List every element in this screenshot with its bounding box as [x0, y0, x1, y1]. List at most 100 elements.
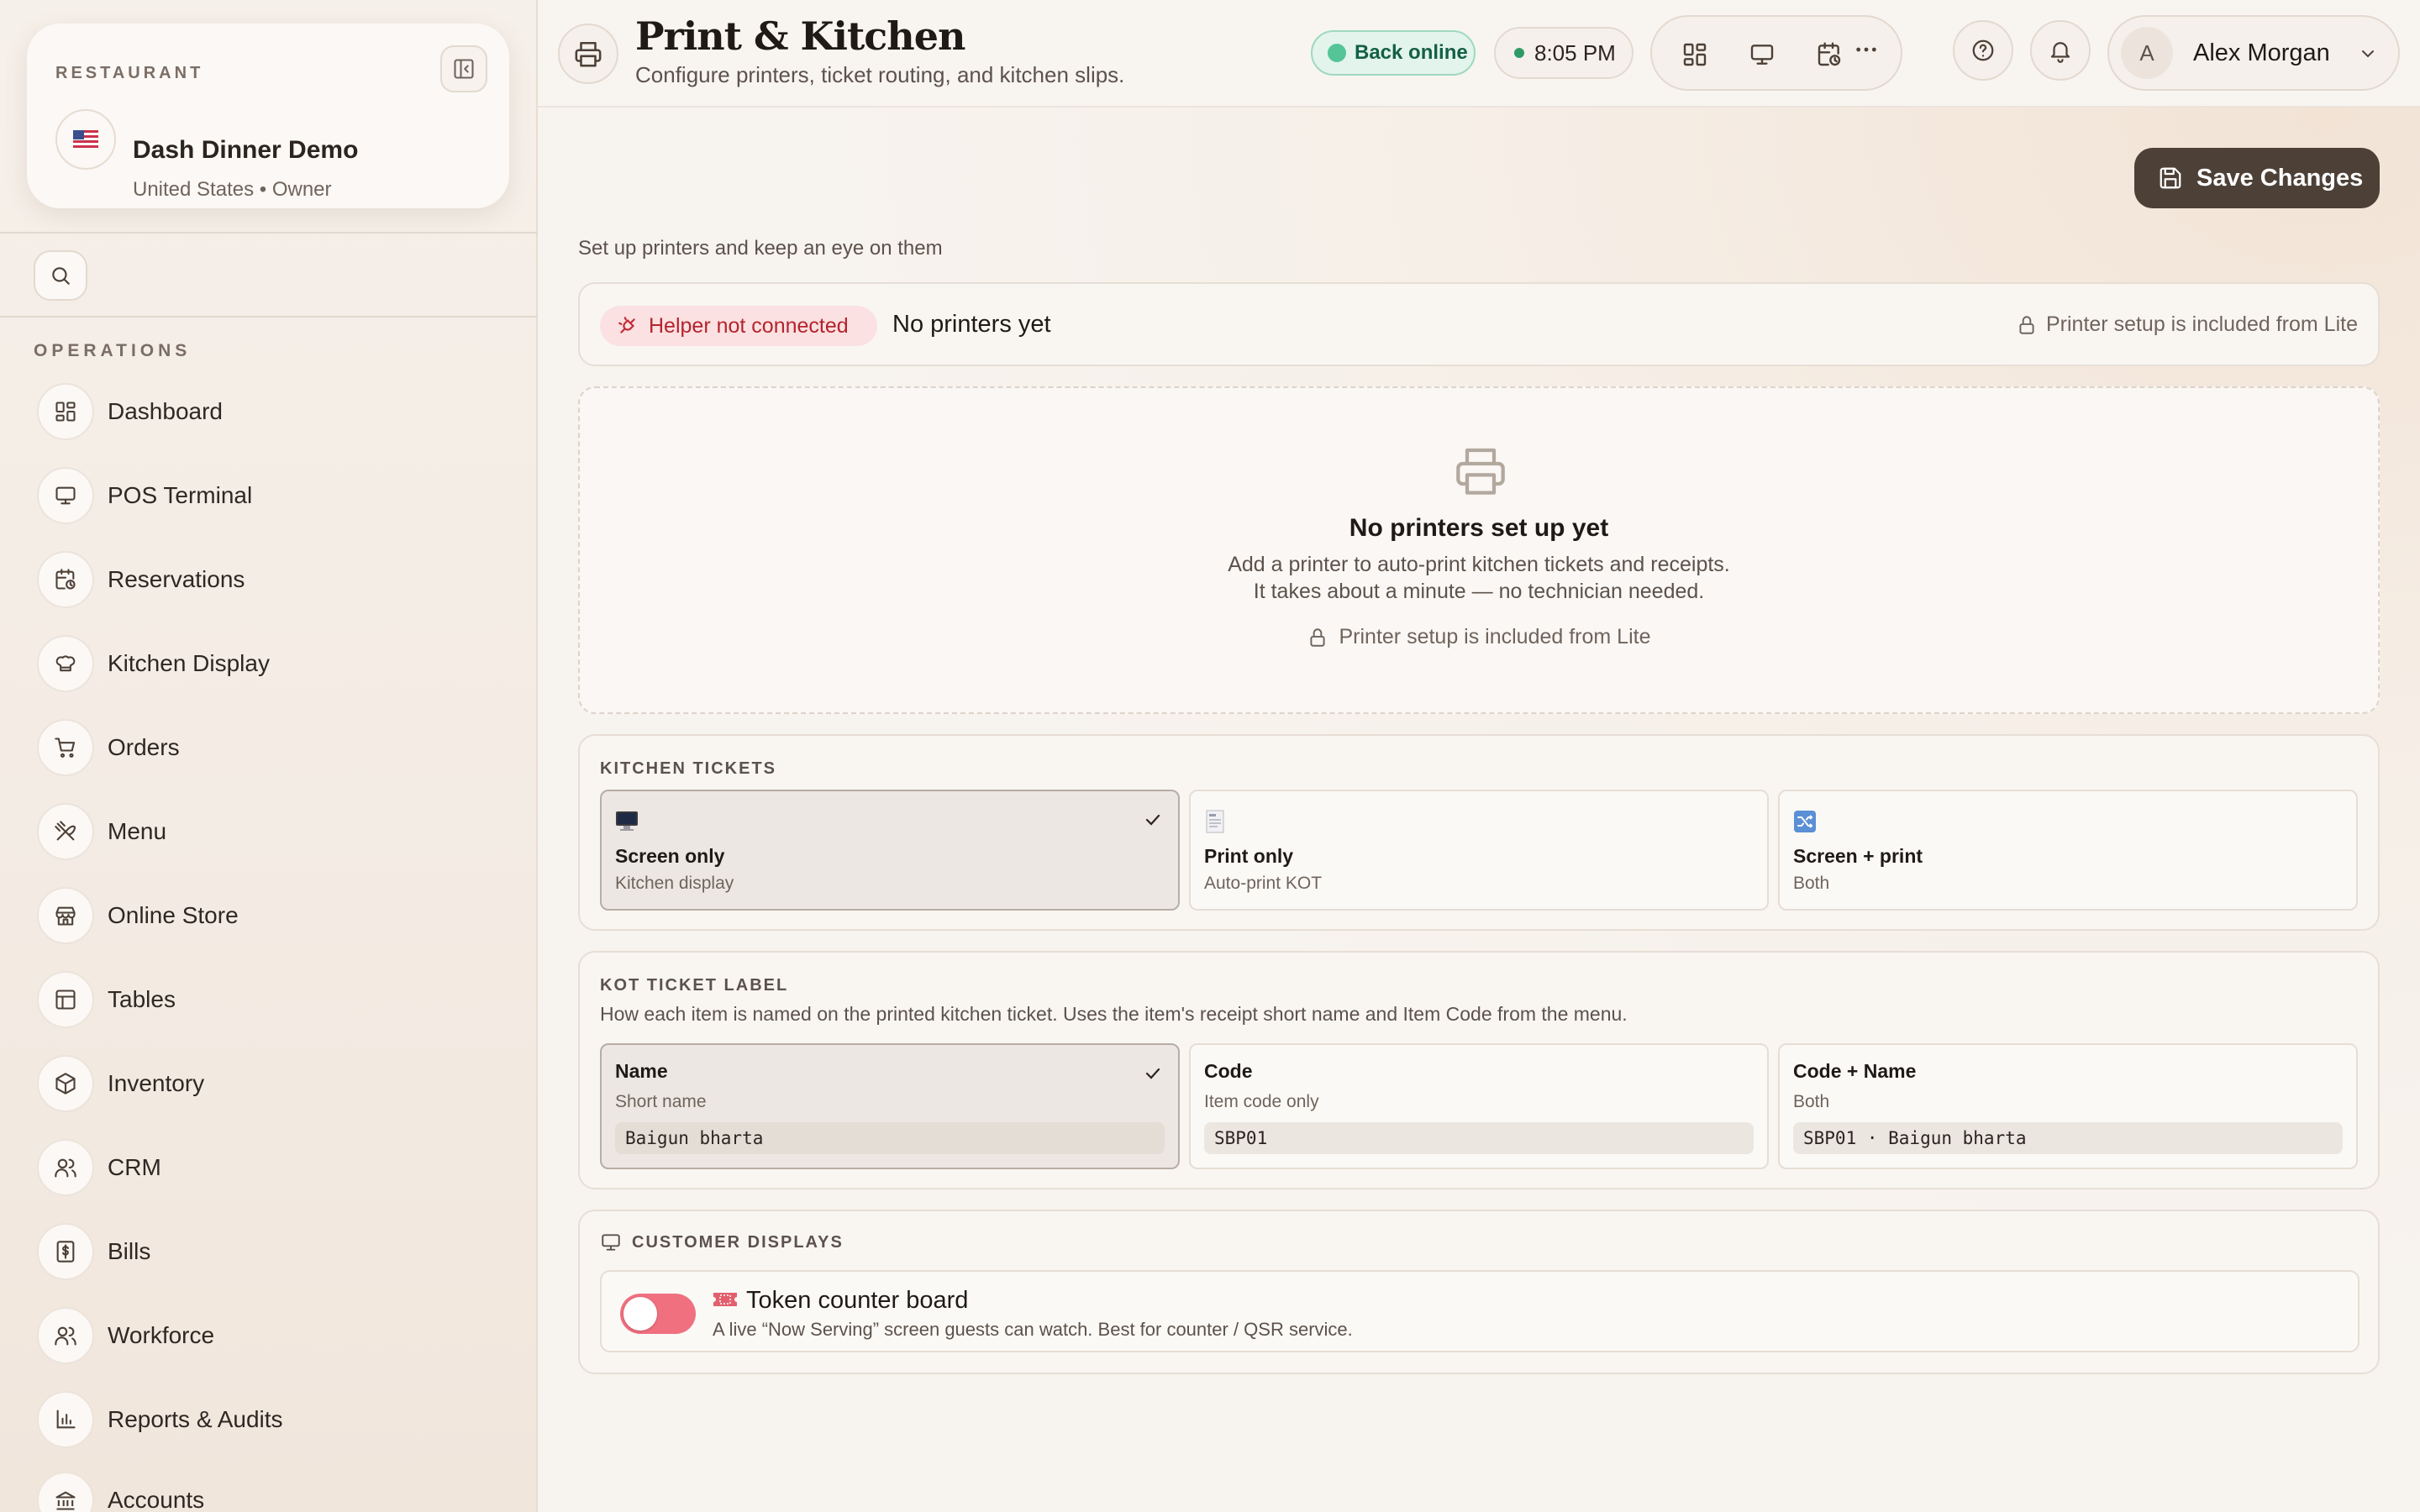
sidebar-item-reports-audits[interactable]: Reports & Audits: [37, 1389, 508, 1450]
check-icon: [1145, 1068, 1160, 1079]
kot-label-name[interactable]: Name Short name Baigun bharta: [600, 1043, 1180, 1169]
sidebar-item-pos-terminal[interactable]: POS Terminal: [37, 465, 508, 526]
check-icon: [1145, 814, 1160, 826]
option-title: Name: [615, 1060, 668, 1082]
sidebar-item-label: Dashboard: [108, 398, 223, 424]
sidebar-item-label: Menu: [108, 818, 167, 844]
customer-displays-section: CUSTOMER DISPLAYS Token counter board A …: [578, 1210, 2380, 1374]
section-label-text: CUSTOMER DISPLAYS: [632, 1232, 844, 1252]
ticket-mode-screen-only[interactable]: Screen only Kitchen display: [600, 790, 1180, 911]
receipt-icon: [37, 1223, 94, 1280]
package-icon: [37, 1055, 94, 1112]
desktop-emoji-icon: [616, 811, 638, 831]
lock-icon: [2019, 315, 2034, 334]
restaurant-name: Dash Dinner Demo: [133, 136, 359, 164]
notifications-button[interactable]: [2030, 20, 2091, 81]
sidebar-item-workforce[interactable]: Workforce: [37, 1305, 508, 1366]
empty-state-text: It takes about a minute — no technician …: [1253, 580, 1705, 603]
kot-label-section: KOT TICKET LABEL How each item is named …: [578, 951, 2380, 1189]
sidebar-item-label: Reservations: [108, 566, 245, 592]
status-dot-icon: [1328, 44, 1346, 62]
token-counter-toggle[interactable]: [620, 1294, 696, 1334]
option-subtitle: Kitchen display: [615, 874, 734, 893]
empty-state-text: Add a printer to auto-print kitchen tick…: [1228, 553, 1730, 576]
panel-collapse-icon: [454, 59, 474, 79]
option-title: Screen + print: [1793, 845, 1923, 867]
option-subtitle: Item code only: [1204, 1092, 1319, 1111]
restaurant-card[interactable]: RESTAURANT Dash Dinner Demo United State…: [27, 24, 509, 208]
sidebar-item-label: Reports & Audits: [108, 1406, 283, 1432]
page-subtitle: Configure printers, ticket routing, and …: [635, 62, 1125, 87]
us-flag-icon: [55, 109, 116, 170]
empty-state-title: No printers set up yet: [1349, 514, 1609, 542]
grid-icon: [1683, 43, 1707, 66]
kot-label-code[interactable]: Code Item code only SBP01: [1189, 1043, 1769, 1169]
unplugged-icon: [618, 317, 635, 333]
sidebar-item-bills[interactable]: Bills: [37, 1221, 508, 1282]
sidebar-item-label: Tables: [108, 986, 176, 1012]
save-changes-button[interactable]: Save Changes: [2134, 148, 2380, 208]
pos-shortcut-button[interactable]: [1736, 29, 1788, 81]
plan-note: Printer setup is included from Lite: [2016, 312, 2358, 337]
token-counter-row: Token counter board A live “Now Serving”…: [600, 1270, 2360, 1352]
lock-icon: [1310, 627, 1326, 647]
live-dot-icon: [1514, 48, 1524, 58]
sidebar-item-label: Kitchen Display: [108, 650, 270, 676]
printer-status-card: Helper not connected No printers yet Pri…: [578, 282, 2380, 366]
option-title: Code + Name: [1793, 1060, 1917, 1082]
bank-icon: [37, 1472, 94, 1512]
sidebar-item-kitchen-display[interactable]: Kitchen Display: [37, 633, 508, 694]
top-bar: Print & Kitchen Configure printers, tick…: [538, 0, 2420, 108]
empty-state-plan-label: Printer setup is included from Lite: [1339, 625, 1651, 648]
clock-time: 8:05 PM: [1534, 39, 1616, 66]
token-counter-description: A live “Now Serving” screen guests can w…: [713, 1319, 1353, 1340]
help-button[interactable]: [1953, 20, 2013, 81]
connection-status-badge: Back online: [1311, 30, 1476, 76]
ticket-mode-print-only[interactable]: Print only Auto-print KOT: [1189, 790, 1769, 911]
kot-label-code-name[interactable]: Code + Name Both SBP01 · Baigun bharta: [1778, 1043, 2358, 1169]
sidebar-item-dashboard[interactable]: Dashboard: [37, 381, 508, 442]
dashboard-shortcut-button[interactable]: [1669, 29, 1721, 81]
save-icon: [2160, 167, 2181, 189]
sidebar-item-tables[interactable]: Tables: [37, 969, 508, 1030]
sidebar-item-accounts[interactable]: Accounts: [37, 1470, 508, 1512]
monitor-icon: [1750, 45, 1774, 65]
users-icon: [37, 1139, 94, 1196]
sidebar-search-button[interactable]: [34, 250, 87, 301]
chef-hat-icon: [37, 635, 94, 692]
option-title: Print only: [1204, 845, 1294, 867]
shuffle-emoji-icon: [1794, 811, 1816, 832]
label-preview: SBP01 · Baigun bharta: [1793, 1122, 2343, 1154]
sidebar-item-menu[interactable]: Menu: [37, 801, 508, 862]
connection-status-label: Back online: [1355, 41, 1468, 64]
sidebar-item-orders[interactable]: Orders: [37, 717, 508, 778]
empty-state-card: No printers set up yet Add a printer to …: [578, 386, 2380, 714]
avatar: A: [2121, 27, 2173, 79]
sidebar-item-label: Workforce: [108, 1322, 215, 1348]
divider: [0, 232, 538, 234]
sidebar-item-online-store[interactable]: Online Store: [37, 885, 508, 946]
token-counter-title: Token counter board: [746, 1287, 969, 1314]
option-subtitle: Auto-print KOT: [1204, 874, 1323, 893]
option-title: Screen only: [615, 845, 725, 867]
helper-status-badge: Helper not connected: [600, 306, 877, 346]
sidebar-item-label: Inventory: [108, 1070, 205, 1096]
sidebar-item-crm[interactable]: CRM: [37, 1137, 508, 1198]
section-label: CUSTOMER DISPLAYS: [600, 1231, 844, 1253]
more-options-button[interactable]: [1837, 20, 1896, 79]
sidebar-item-inventory[interactable]: Inventory: [37, 1053, 508, 1114]
section-label: KITCHEN TICKETS: [600, 759, 776, 778]
option-subtitle: Both: [1793, 874, 1830, 893]
ticket-mode-screen-print[interactable]: Screen + print Both: [1778, 790, 2358, 911]
user-menu-button[interactable]: A Alex Morgan: [2107, 15, 2400, 91]
sidebar-item-label: Orders: [108, 734, 180, 760]
kitchen-tickets-section: KITCHEN TICKETS Screen only Kitchen disp…: [578, 734, 2380, 931]
label-preview: SBP01: [1204, 1122, 1754, 1154]
option-subtitle: Short name: [615, 1092, 707, 1111]
utensils-icon: [37, 803, 94, 860]
calendar-clock-icon: [37, 551, 94, 608]
collapse-sidebar-button[interactable]: [440, 45, 487, 92]
helper-status-label: Helper not connected: [649, 313, 849, 338]
user-name: Alex Morgan: [2193, 39, 2330, 66]
sidebar-item-reservations[interactable]: Reservations: [37, 549, 508, 610]
